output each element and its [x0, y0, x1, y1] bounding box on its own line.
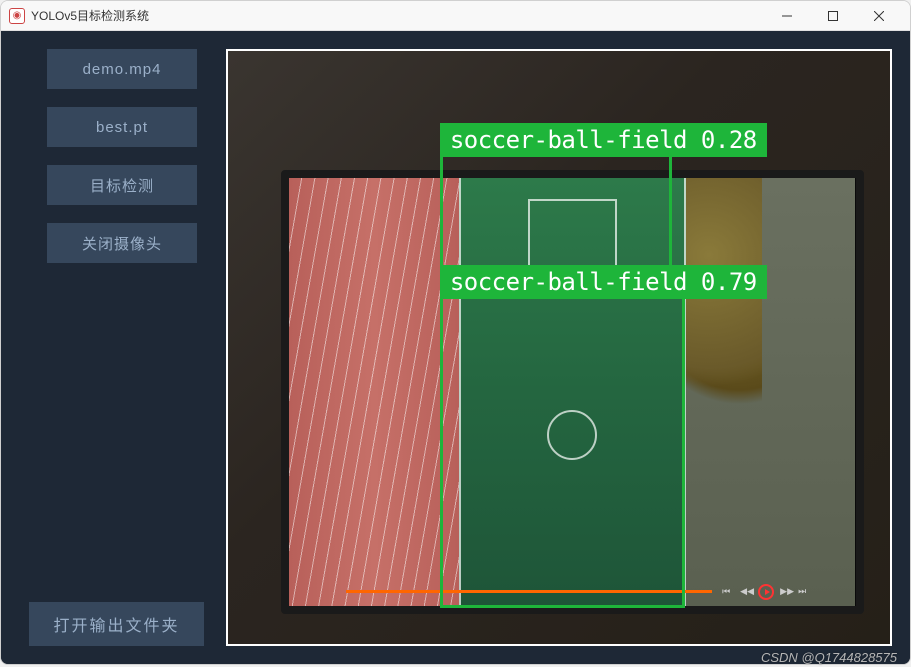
watermark: CSDN @Q1744828575 [761, 650, 897, 665]
sidebar-button-group: demo.mp4 best.pt 目标检测 关闭摄像头 [19, 49, 208, 263]
monitor-display: ⏮ ◀◀ ▶▶ ⏭ [281, 170, 864, 615]
select-model-button[interactable]: best.pt [47, 107, 197, 147]
progress-bar[interactable] [346, 590, 713, 593]
window-controls [764, 1, 902, 31]
title-bar: ◉ YOLOv5目标检测系统 [1, 1, 910, 31]
open-output-folder-button[interactable]: 打开输出文件夹 [29, 602, 204, 646]
trees [686, 178, 762, 435]
video-frame: ⏮ ◀◀ ▶▶ ⏭ soccer-ball-field 0.28 soccer [226, 49, 892, 646]
application-window: ◉ YOLOv5目标检测系统 demo.mp4 best.pt 目标检测 关闭摄… [0, 0, 911, 665]
track-lanes [289, 178, 459, 607]
rewind-icon[interactable]: ◀◀ [740, 586, 752, 598]
minimize-button[interactable] [764, 1, 810, 31]
play-icon[interactable] [758, 584, 774, 600]
close-button[interactable] [856, 1, 902, 31]
content-area: demo.mp4 best.pt 目标检测 关闭摄像头 打开输出文件夹 [1, 31, 910, 664]
parking-lot [686, 178, 856, 607]
close-camera-button[interactable]: 关闭摄像头 [47, 223, 197, 263]
app-icon: ◉ [9, 8, 25, 24]
penalty-box [528, 199, 617, 285]
detect-button[interactable]: 目标检测 [47, 165, 197, 205]
maximize-button[interactable] [810, 1, 856, 31]
soccer-field [459, 178, 686, 607]
select-video-button[interactable]: demo.mp4 [47, 49, 197, 89]
sidebar: demo.mp4 best.pt 目标检测 关闭摄像头 打开输出文件夹 [1, 31, 226, 664]
center-circle [547, 410, 597, 460]
field-lines [459, 178, 686, 607]
playback-bar: ⏮ ◀◀ ▶▶ ⏭ [346, 586, 811, 598]
playback-controls: ⏮ ◀◀ ▶▶ ⏭ [722, 584, 810, 600]
aerial-scene [289, 178, 856, 607]
prev-icon[interactable]: ⏮ [722, 586, 734, 598]
next-icon[interactable]: ⏭ [798, 586, 810, 598]
video-viewport: ⏮ ◀◀ ▶▶ ⏭ soccer-ball-field 0.28 soccer [226, 31, 910, 664]
forward-icon[interactable]: ▶▶ [780, 586, 792, 598]
window-title: YOLOv5目标检测系统 [31, 7, 764, 24]
scene-background: ⏮ ◀◀ ▶▶ ⏭ [228, 51, 890, 644]
running-track [289, 178, 459, 607]
spacer [19, 263, 208, 602]
